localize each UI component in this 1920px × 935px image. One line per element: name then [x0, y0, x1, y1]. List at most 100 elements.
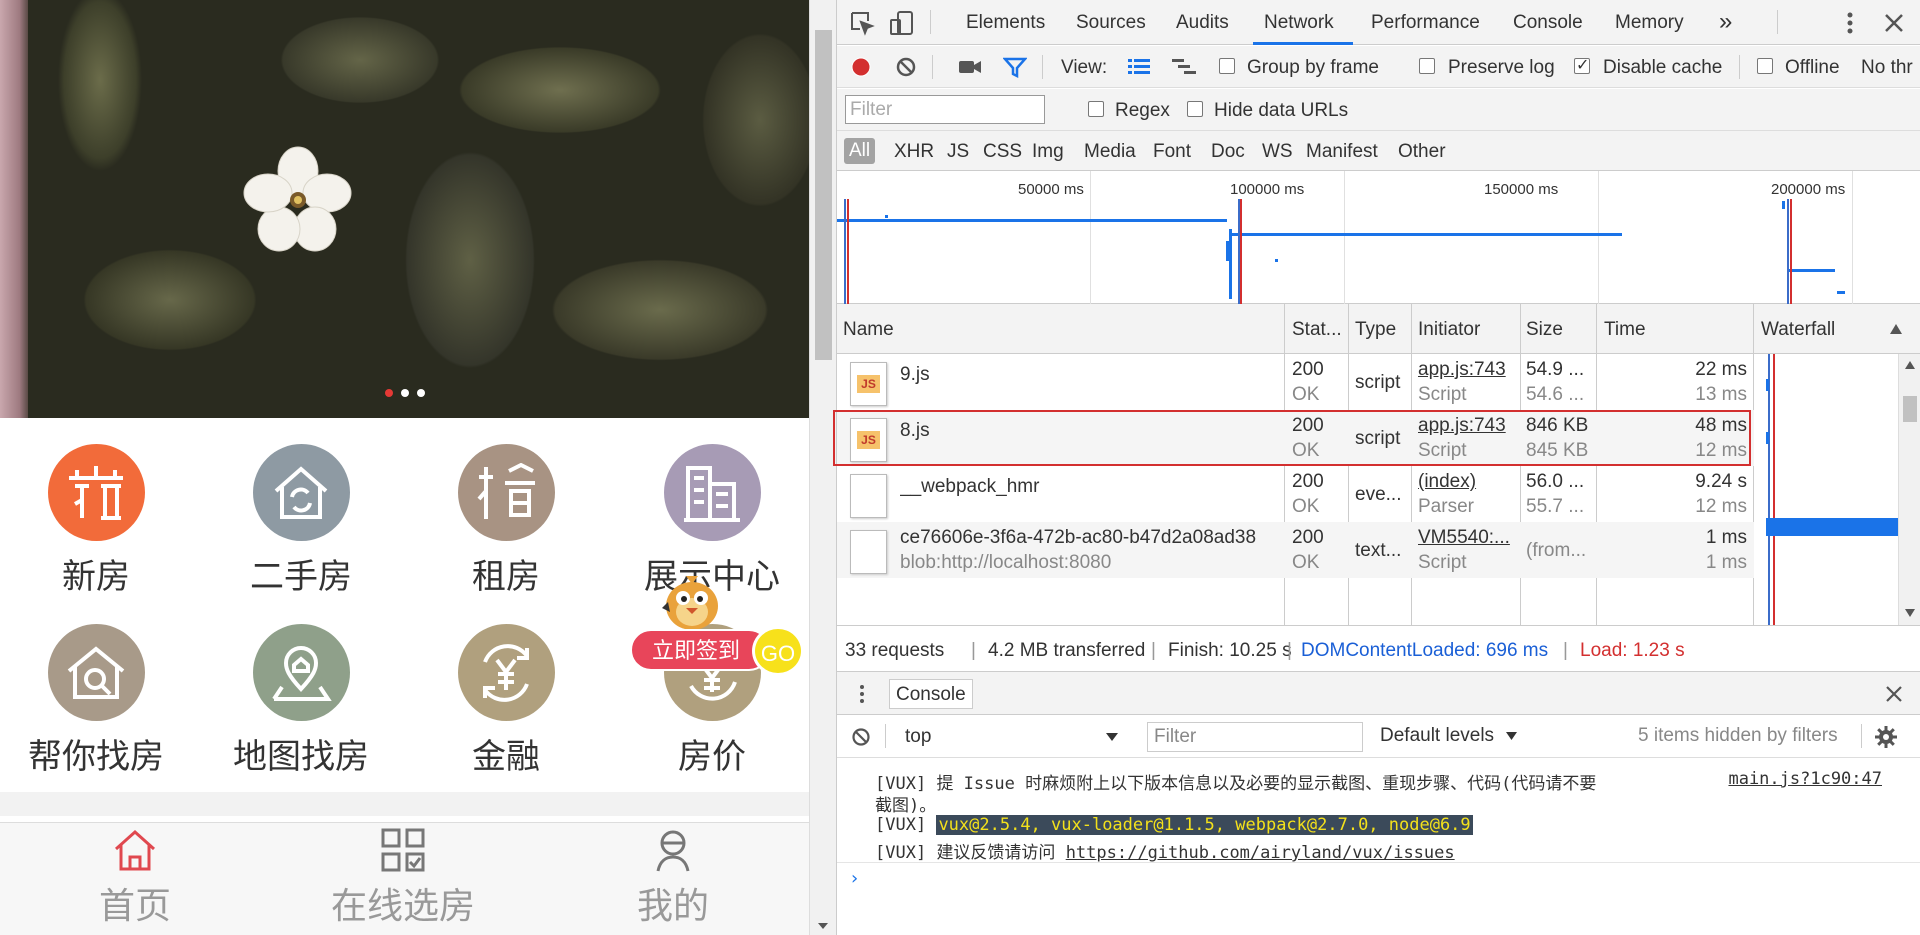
timeline-overview[interactable]: 50000 ms 100000 ms 150000 ms 200000 ms — [837, 171, 1920, 304]
carousel-indicator — [385, 389, 425, 397]
page-scrollbar[interactable] — [809, 0, 836, 935]
banner-carousel[interactable] — [0, 0, 809, 418]
grid-item-second-hand[interactable]: 二手房 — [211, 444, 391, 614]
network-summary-bar: 33 requests | 4.2 MB transferred | Finis… — [837, 625, 1920, 672]
clear-icon[interactable] — [895, 56, 917, 78]
type-filter-doc[interactable]: Doc — [1211, 141, 1245, 163]
issues-link[interactable]: https://github.com/airyland/vux/issues — [1066, 843, 1455, 863]
grid-item-new-house[interactable]: 新房 — [6, 444, 186, 614]
chick-mascot-icon — [662, 576, 718, 630]
record-icon[interactable] — [850, 56, 872, 78]
console-message: [VUX] 建议反馈请访问 https://github.com/airylan… — [875, 838, 1455, 863]
close-drawer-icon[interactable] — [1885, 685, 1903, 703]
drawer-menu-icon[interactable] — [857, 683, 867, 705]
request-row[interactable]: ce76606e-3f6a-472b-ac80-b47d2a08ad38 blob… — [837, 522, 1757, 578]
grid-item-map-search[interactable]: 地图找房 — [211, 624, 391, 794]
type-filter-media[interactable]: Media — [1084, 141, 1136, 163]
tab-network[interactable]: Network — [1264, 12, 1334, 34]
type-filter-other[interactable]: Other — [1398, 141, 1446, 163]
type-filter-font[interactable]: Font — [1153, 141, 1191, 163]
request-row[interactable]: __webpack_hmr 200 OK eve... (index) Parser 56.… — [837, 466, 1757, 522]
column-size[interactable]: Size — [1526, 319, 1563, 341]
offline-checkbox[interactable] — [1757, 58, 1773, 74]
selected-row-highlight — [833, 410, 1751, 466]
grid-item-rent[interactable]: 租房 — [416, 444, 596, 614]
tab-performance[interactable]: Performance — [1371, 12, 1480, 34]
more-tabs-chevron-icon[interactable]: » — [1719, 8, 1732, 36]
tab-sources[interactable]: Sources — [1076, 12, 1146, 34]
regex-checkbox[interactable] — [1088, 101, 1104, 117]
column-status[interactable]: Stat... — [1292, 319, 1342, 341]
scrollbar-thumb[interactable] — [815, 30, 832, 360]
type-filter-img[interactable]: Img — [1032, 141, 1064, 163]
carousel-dot[interactable] — [401, 389, 409, 397]
type-filter-all[interactable]: All — [844, 138, 876, 164]
type-filter-manifest[interactable]: Manifest — [1306, 141, 1378, 163]
column-initiator[interactable]: Initiator — [1418, 319, 1480, 341]
group-by-frame-checkbox[interactable] — [1219, 58, 1235, 74]
load-time: Load: 1.23 s — [1580, 640, 1685, 661]
type-filter-xhr[interactable]: XHR — [894, 141, 934, 163]
scrollbar-thumb[interactable] — [1903, 396, 1917, 422]
type-filter-css[interactable]: CSS — [983, 141, 1022, 163]
tab-console[interactable]: Console — [1513, 12, 1583, 34]
console-prompt-icon[interactable]: › — [849, 868, 860, 889]
video-camera-icon[interactable] — [957, 56, 983, 78]
type-filter-ws[interactable]: WS — [1262, 141, 1293, 163]
request-row[interactable]: JS 9.js 200 OK script app.js:743 Script 54.9 ..… — [837, 354, 1757, 410]
scroll-down-arrow-icon[interactable] — [818, 923, 828, 929]
gear-icon[interactable] — [1875, 726, 1897, 748]
column-type[interactable]: Type — [1355, 319, 1396, 341]
initiator-link[interactable]: app.js:743 — [1418, 359, 1518, 381]
hide-data-urls-checkbox[interactable] — [1187, 101, 1203, 117]
toolbar-separator — [932, 55, 933, 79]
inspect-element-icon[interactable] — [849, 10, 875, 36]
status-text: OK — [1292, 384, 1320, 405]
tab-online-selection[interactable]: 在线选房 — [303, 827, 503, 929]
clear-console-icon[interactable] — [851, 727, 871, 747]
tab-home[interactable]: 首页 — [35, 827, 235, 929]
tab-memory[interactable]: Memory — [1615, 12, 1684, 34]
context-selector[interactable]: top — [897, 723, 1127, 751]
console-filter-input[interactable] — [1147, 722, 1363, 752]
sign-in-float-button[interactable]: 立即签到 GO — [628, 568, 808, 676]
tab-elements[interactable]: Elements — [966, 12, 1045, 34]
summary-separator: | — [1151, 640, 1156, 661]
disable-cache-checkbox[interactable] — [1574, 55, 1590, 75]
grid-item-finance[interactable]: 金融 — [416, 624, 596, 794]
log-levels-dropdown[interactable]: Default levels — [1380, 725, 1518, 747]
grid-item-find-house[interactable]: 帮你找房 — [6, 624, 186, 794]
request-row[interactable]: JS 8.js 200 OK script app.js:743 Script 846 KB 8… — [833, 410, 1757, 466]
tab-audits[interactable]: Audits — [1176, 12, 1229, 34]
sort-ascending-icon[interactable] — [1889, 323, 1903, 335]
preserve-log-checkbox[interactable] — [1419, 58, 1435, 74]
console-toolbar: top Default levels 5 items hidden by fil… — [837, 715, 1920, 758]
kebab-menu-icon[interactable] — [1837, 10, 1863, 36]
message-source-link[interactable]: main.js?1c90:47 — [1728, 769, 1882, 789]
throttling-select[interactable]: No thr — [1861, 57, 1913, 79]
console-drawer-tab[interactable]: Console — [889, 679, 973, 709]
filter-funnel-icon[interactable] — [1003, 56, 1027, 78]
carousel-dot-active[interactable] — [385, 389, 393, 397]
scroll-up-arrow-icon[interactable] — [1904, 360, 1916, 370]
sign-in-label[interactable]: 立即签到 — [630, 629, 770, 671]
map-pin-icon — [252, 624, 350, 721]
overview-waterfall-icon[interactable] — [1171, 57, 1197, 77]
scroll-down-arrow-icon[interactable] — [1904, 608, 1916, 618]
table-scrollbar[interactable] — [1898, 354, 1920, 625]
initiator-link[interactable]: (index) — [1418, 471, 1518, 493]
large-rows-icon[interactable] — [1127, 57, 1151, 77]
tab-mine[interactable]: 我的 — [573, 827, 773, 929]
carousel-dot[interactable] — [417, 389, 425, 397]
type-filter-js[interactable]: JS — [947, 141, 969, 163]
column-time[interactable]: Time — [1604, 319, 1646, 341]
column-name[interactable]: Name — [843, 319, 894, 341]
column-waterfall[interactable]: Waterfall — [1761, 319, 1835, 341]
initiator-link[interactable]: VM5540:... — [1418, 527, 1518, 549]
table-header: Name Stat... Type Initiator Size Time Wa… — [837, 304, 1920, 354]
go-badge[interactable]: GO — [752, 626, 804, 676]
device-toolbar-icon[interactable] — [889, 10, 915, 36]
close-icon[interactable] — [1881, 10, 1907, 36]
resource-type: script — [1355, 372, 1401, 393]
network-filter-input[interactable] — [845, 95, 1045, 124]
